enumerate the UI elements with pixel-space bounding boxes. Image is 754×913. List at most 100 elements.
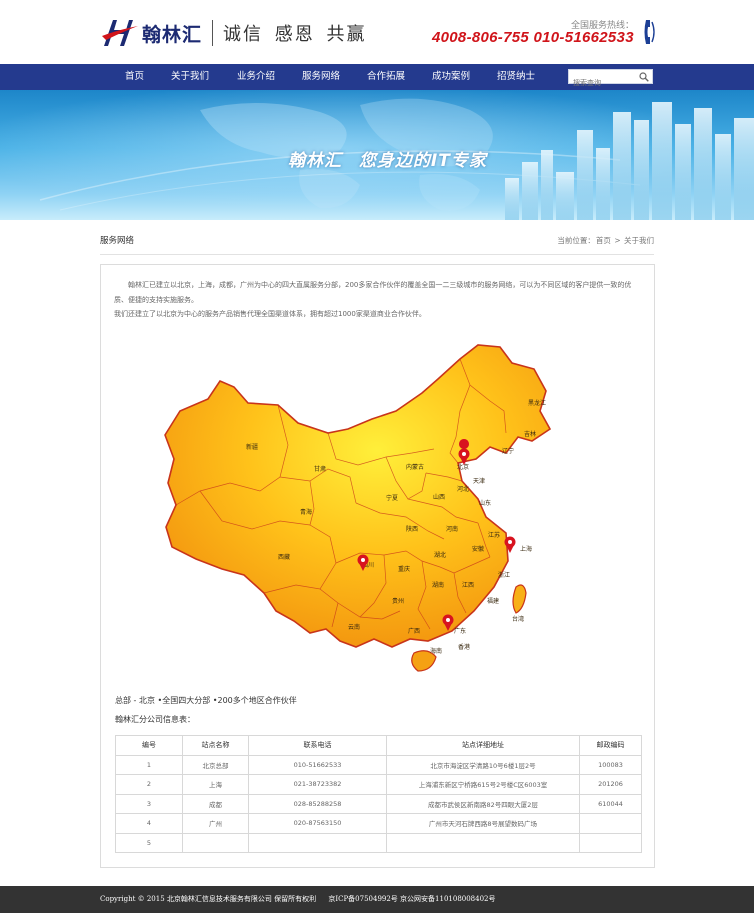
table-cell: 北京市海淀区学清路10号6楼1层2号 [386, 754, 580, 775]
nav-item-partnership[interactable]: 合作拓展 [367, 64, 405, 90]
intro-text: 翰林汇已建立以北京，上海，成都，广州为中心的四大直属服务分部，200多家合作伙伴… [114, 278, 644, 322]
table-cell: 广州 [182, 813, 249, 834]
table-cell [248, 832, 387, 853]
breadcrumb-home-link[interactable]: 首页 [596, 236, 611, 245]
map-label-heilongjiang: 黑龙江 [528, 399, 546, 407]
map-label-liaoning: 辽宁 [502, 447, 514, 455]
table-header-cell: 邮政编码 [579, 735, 642, 756]
table-cell [579, 813, 642, 834]
footer-police-link[interactable]: 京公网安备110108008402号 [400, 895, 495, 903]
site-logo[interactable]: 翰林汇 诚信 感恩 共赢 [100, 15, 366, 51]
branch-summary: 总部 - 北京 •全国四大分部 •200多个地区合作伙伴 [115, 696, 297, 705]
table-cell: 成都市武侯区新南路82号四眼大厦2层 [386, 793, 580, 814]
map-label-shandong: 山东 [479, 499, 491, 507]
map-label-xizang: 西藏 [278, 553, 290, 561]
china-service-map: 新疆 西藏 青海 甘肃 内蒙古 黑龙江 吉林 辽宁 河北 北京 天津 山西 山东… [164, 344, 552, 672]
table-cell: 1 [115, 754, 183, 775]
table-cell: 2 [115, 774, 183, 795]
nav-item-home[interactable]: 首页 [125, 64, 144, 90]
map-label-tianjin: 天津 [473, 478, 485, 485]
table-cell: 028-85288258 [248, 793, 387, 814]
table-cell: 上海 [182, 774, 249, 795]
map-label-taiwan: 台湾 [512, 615, 524, 623]
content-panel: 翰林汇已建立以北京，上海，成都，广州为中心的四大直属服务分部，200多家合作伙伴… [100, 264, 655, 868]
table-row: 2 上海 021-38723382 上海浦东新区宁桥路615号2号楼C区6003… [115, 774, 642, 795]
map-label-qinghai: 青海 [300, 508, 312, 516]
footer-copyright: Copyright © 2015 北京翰林汇信息技术服务有限公司 保留所有权利 [100, 895, 317, 903]
map-label-henan: 河南 [446, 525, 458, 533]
map-label-hongkong: 香港 [458, 643, 470, 651]
site-footer: Copyright © 2015 北京翰林汇信息技术服务有限公司 保留所有权利 … [0, 886, 754, 913]
map-label-neimenggu: 内蒙古 [406, 463, 424, 471]
page-title: 服务网络 [100, 236, 135, 246]
footer-icp-link[interactable]: 京ICP备07504992号 [328, 895, 397, 903]
table-row: 1 北京总部 010-51662533 北京市海淀区学清路10号6楼1层2号 1… [115, 754, 642, 775]
search-input[interactable] [569, 76, 635, 90]
nav-item-careers[interactable]: 招贤纳士 [497, 64, 535, 90]
nav-item-about[interactable]: 关于我们 [171, 64, 209, 90]
table-header-row: 编号 站点名称 联系电话 站点详细地址 邮政编码 [115, 735, 642, 756]
table-cell: 610044 [579, 793, 642, 814]
table-cell [386, 832, 580, 853]
hero-banner: 翰林汇 您身边的IT专家 [0, 90, 754, 220]
intro-paragraph-1: 翰林汇已建立以北京，上海，成都，广州为中心的四大直属服务分部，200多家合作伙伴… [114, 281, 632, 304]
table-cell: 4 [115, 813, 183, 834]
map-label-hubei: 湖北 [434, 551, 446, 559]
map-label-shanghai: 上海 [520, 545, 532, 553]
map-label-beijing: 北京 [457, 463, 469, 471]
map-label-fujian: 福建 [487, 597, 499, 605]
title-divider [100, 254, 654, 255]
search-icon[interactable] [639, 72, 649, 82]
search-box [568, 69, 653, 90]
table-row: 3 成都 028-85288258 成都市武侯区新南路82号四眼大厦2层 610… [115, 793, 642, 814]
map-label-ningxia: 宁夏 [386, 494, 398, 502]
map-label-anhui: 安徽 [472, 545, 484, 553]
map-label-xinjiang: 新疆 [246, 443, 258, 451]
table-cell: 100083 [579, 754, 642, 775]
map-label-yunnan: 云南 [348, 623, 360, 631]
breadcrumb-prefix: 当前位置： [557, 236, 595, 245]
breadcrumb-separator: > [614, 236, 621, 245]
table-cell: 北京总部 [182, 754, 249, 775]
map-label-jiangsu: 江苏 [488, 531, 500, 539]
breadcrumb-current[interactable]: 关于我们 [624, 236, 654, 245]
map-label-hainan: 海南 [430, 647, 442, 655]
branch-info-table: 编号 站点名称 联系电话 站点详细地址 邮政编码 1 北京总部 010-5166… [115, 735, 642, 853]
table-cell: 010-51662533 [248, 754, 387, 775]
taiwan-island-shape [512, 584, 527, 614]
map-label-hebei: 河北 [457, 485, 469, 493]
table-cell: 3 [115, 793, 183, 814]
intro-paragraph-2: 我们还建立了以北京为中心的服务产品销售代理全国渠道体系，拥有超过1000家渠道商… [114, 310, 426, 318]
table-cell: 成都 [182, 793, 249, 814]
breadcrumb: 当前位置：首页 > 关于我们 [556, 235, 654, 246]
table-cell: 5 [115, 832, 183, 853]
phone-icon [644, 20, 655, 44]
table-row: 4 广州 020-87563150 广州市天河石牌西路8号展望数码广场 [115, 813, 642, 834]
map-label-gansu: 甘肃 [314, 465, 326, 473]
hotline-numbers: 4008-806-755 010-51662533 [432, 29, 634, 46]
table-cell: 020-87563150 [248, 813, 387, 834]
map-label-zhejiang: 浙江 [498, 571, 510, 579]
logo-divider [212, 20, 214, 46]
table-cell: 上海浦东新区宁桥路615号2号楼C区6003室 [386, 774, 580, 795]
table-header-cell: 联系电话 [248, 735, 387, 756]
table-cell [579, 832, 642, 853]
map-label-jiangxi: 江西 [462, 582, 474, 589]
nav-item-business[interactable]: 业务介绍 [237, 64, 275, 90]
map-label-shaanxi: 陕西 [406, 525, 418, 533]
table-cell [182, 832, 249, 853]
table-header-cell: 站点名称 [182, 735, 249, 756]
map-label-guangdong: 广东 [454, 627, 466, 635]
map-label-jilin: 吉林 [524, 430, 536, 438]
nav-item-cases[interactable]: 成功案例 [432, 64, 470, 90]
table-cell: 021-38723382 [248, 774, 387, 795]
nav-item-network[interactable]: 服务网络 [302, 64, 340, 90]
table-header-cell: 编号 [115, 735, 183, 756]
map-label-guizhou: 贵州 [392, 597, 404, 605]
table-title: 翰林汇分公司信息表： [115, 715, 195, 724]
map-label-guangxi: 广西 [408, 627, 420, 635]
logo-name: 翰林汇 [142, 23, 203, 46]
map-label-hunan: 湖南 [432, 581, 444, 589]
map-label-shanxi: 山西 [433, 493, 445, 501]
site-header: 翰林汇 诚信 感恩 共赢 全国服务热线： 4008-806-755 010-51… [0, 0, 754, 64]
